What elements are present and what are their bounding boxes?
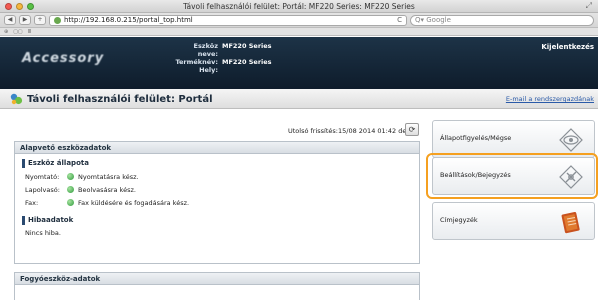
bookmark-item[interactable]: ▢▢ <box>13 29 22 35</box>
status-value: Beolvasásra kész. <box>78 185 136 194</box>
back-button[interactable]: ◀ <box>4 15 16 25</box>
basic-info-heading: Alapvető eszközadatok <box>15 142 419 154</box>
status-key: Lapolvasó: <box>25 185 60 194</box>
window-titlebar: Távoli felhasználói felület: Portál: MF2… <box>0 0 598 13</box>
portal-icon <box>10 93 23 105</box>
search-input[interactable]: Q▾ Google <box>410 14 594 26</box>
basic-info-panel: Alapvető eszközadatok Eszköz állapota Ny… <box>14 141 420 264</box>
close-window-button[interactable] <box>5 3 12 10</box>
minimize-window-button[interactable] <box>16 3 23 10</box>
address-book-icon <box>561 212 580 234</box>
settings-highlight-frame <box>426 153 598 199</box>
consumables-heading: Fogyóeszköz-adatok <box>15 273 419 285</box>
status-value: Fax küldésére és fogadására kész. <box>78 198 190 207</box>
address-book-label: Címjegyzék <box>440 216 478 224</box>
product-name-value: MF220 Series <box>222 58 272 66</box>
forward-button[interactable]: ▶ <box>19 15 31 25</box>
last-updated: Utolsó frissítés:15/08 2014 01:42 de <box>288 127 407 135</box>
search-placeholder: Google <box>426 15 451 24</box>
brand-logo: Accessory <box>22 51 105 66</box>
status-ok-icon <box>67 186 74 193</box>
status-row-printer: Nyomtató: Nyomtatásra kész. <box>25 172 419 181</box>
device-name-label: Eszköz neve: <box>193 42 219 58</box>
bookmark-item[interactable]: Ⅲ <box>28 29 31 35</box>
mail-admin-link[interactable]: E-mail a rendszergazdának <box>506 95 594 103</box>
product-name-label: Terméknév: <box>175 58 218 66</box>
zoom-window-button[interactable] <box>27 3 34 10</box>
window-controls <box>5 3 34 10</box>
device-status-title: Eszköz állapota <box>22 159 419 168</box>
add-bookmark-button[interactable]: + <box>34 15 46 25</box>
error-info-text: Nincs hiba. <box>25 229 61 237</box>
status-monitor-label: Állapotfigyelés/Mégse <box>440 134 512 142</box>
status-row-fax: Fax: Fax küldésére és fogadására kész. <box>25 198 419 207</box>
logout-link[interactable]: Kijelentkezés <box>541 43 594 51</box>
eye-icon <box>559 128 583 152</box>
consumables-panel: Fogyóeszköz-adatok <box>14 272 420 300</box>
location-label: Hely: <box>199 66 218 74</box>
refresh-button[interactable]: ⟳ <box>405 123 419 136</box>
status-row-scanner: Lapolvasó: Beolvasásra kész. <box>25 185 419 194</box>
status-ok-icon <box>67 173 74 180</box>
device-info: Eszköz neve: MF220 Series Terméknév: MF220… <box>172 42 272 74</box>
status-key: Fax: <box>25 198 39 207</box>
address-text: http://192.168.0.215/portal_top.html <box>64 15 193 24</box>
fullscreen-icon[interactable]: ⤢ <box>586 1 592 11</box>
device-header: Accessory Eszköz neve: MF220 Series Termé… <box>0 37 598 89</box>
window-title: Távoli felhasználói felület: Portál: MF2… <box>183 2 415 11</box>
bookmark-item[interactable]: ⊕ <box>4 29 8 35</box>
address-book-button[interactable]: Címjegyzék <box>432 202 595 240</box>
browser-toolbar: ◀ ▶ + http://192.168.0.215/portal_top.ht… <box>0 13 598 28</box>
status-ok-icon <box>67 199 74 206</box>
site-icon <box>54 16 61 24</box>
device-name-value: MF220 Series <box>222 42 272 50</box>
page-title-bar: Távoli felhasználói felület: Portál E-ma… <box>0 89 598 109</box>
bookmarks-bar: ⊕ ▢▢ Ⅲ <box>0 28 598 36</box>
search-icon: Q▾ <box>415 15 427 24</box>
error-info-title: Hibaadatok <box>22 216 419 225</box>
page-title: Távoli felhasználói felület: Portál <box>27 94 213 105</box>
reload-icon[interactable]: C <box>397 16 402 25</box>
status-value: Nyomtatásra kész. <box>78 172 139 181</box>
status-key: Nyomtató: <box>25 172 60 181</box>
address-bar[interactable]: http://192.168.0.215/portal_top.html C <box>49 14 407 26</box>
